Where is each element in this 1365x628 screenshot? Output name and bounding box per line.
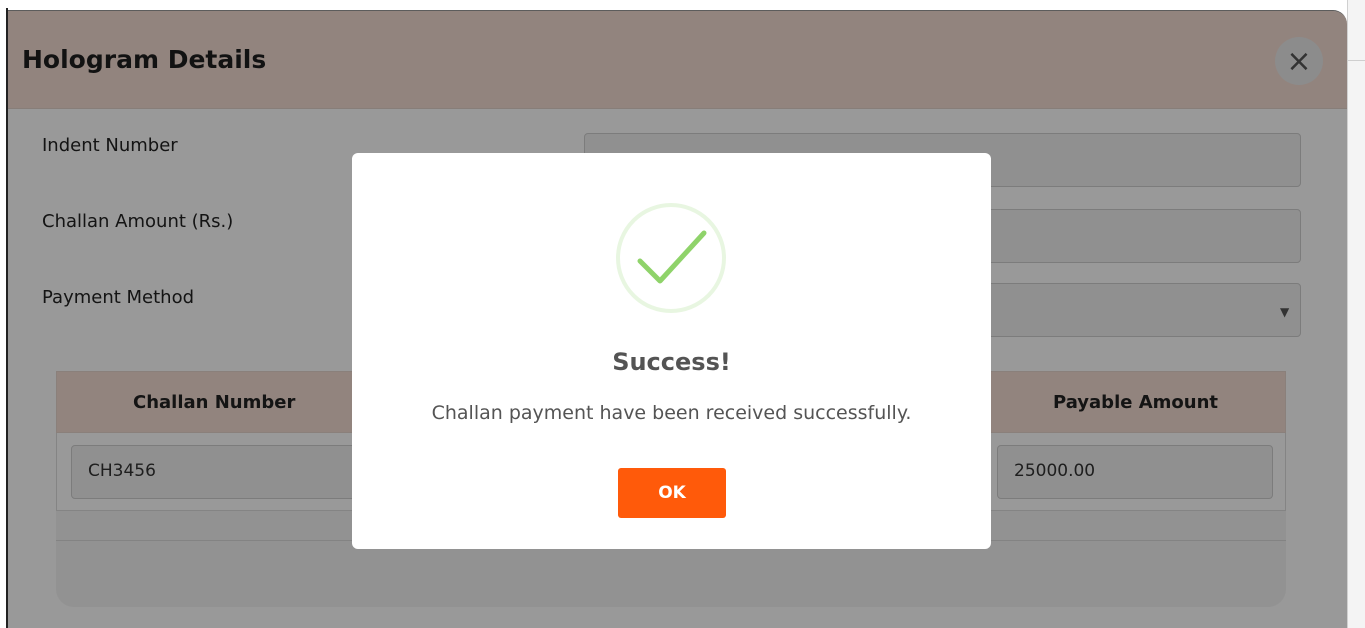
page-scrollbar[interactable] [1347, 0, 1365, 628]
success-check-icon [616, 203, 726, 313]
success-dialog: Success! Challan payment have been recei… [352, 153, 991, 549]
page-top-edge [0, 0, 1365, 8]
scrollbar-separator [1348, 60, 1365, 61]
ok-button[interactable]: OK [618, 468, 726, 518]
dialog-title: Success! [612, 348, 731, 376]
page-left-edge [0, 8, 8, 628]
dialog-message: Challan payment have been received succe… [431, 402, 912, 424]
